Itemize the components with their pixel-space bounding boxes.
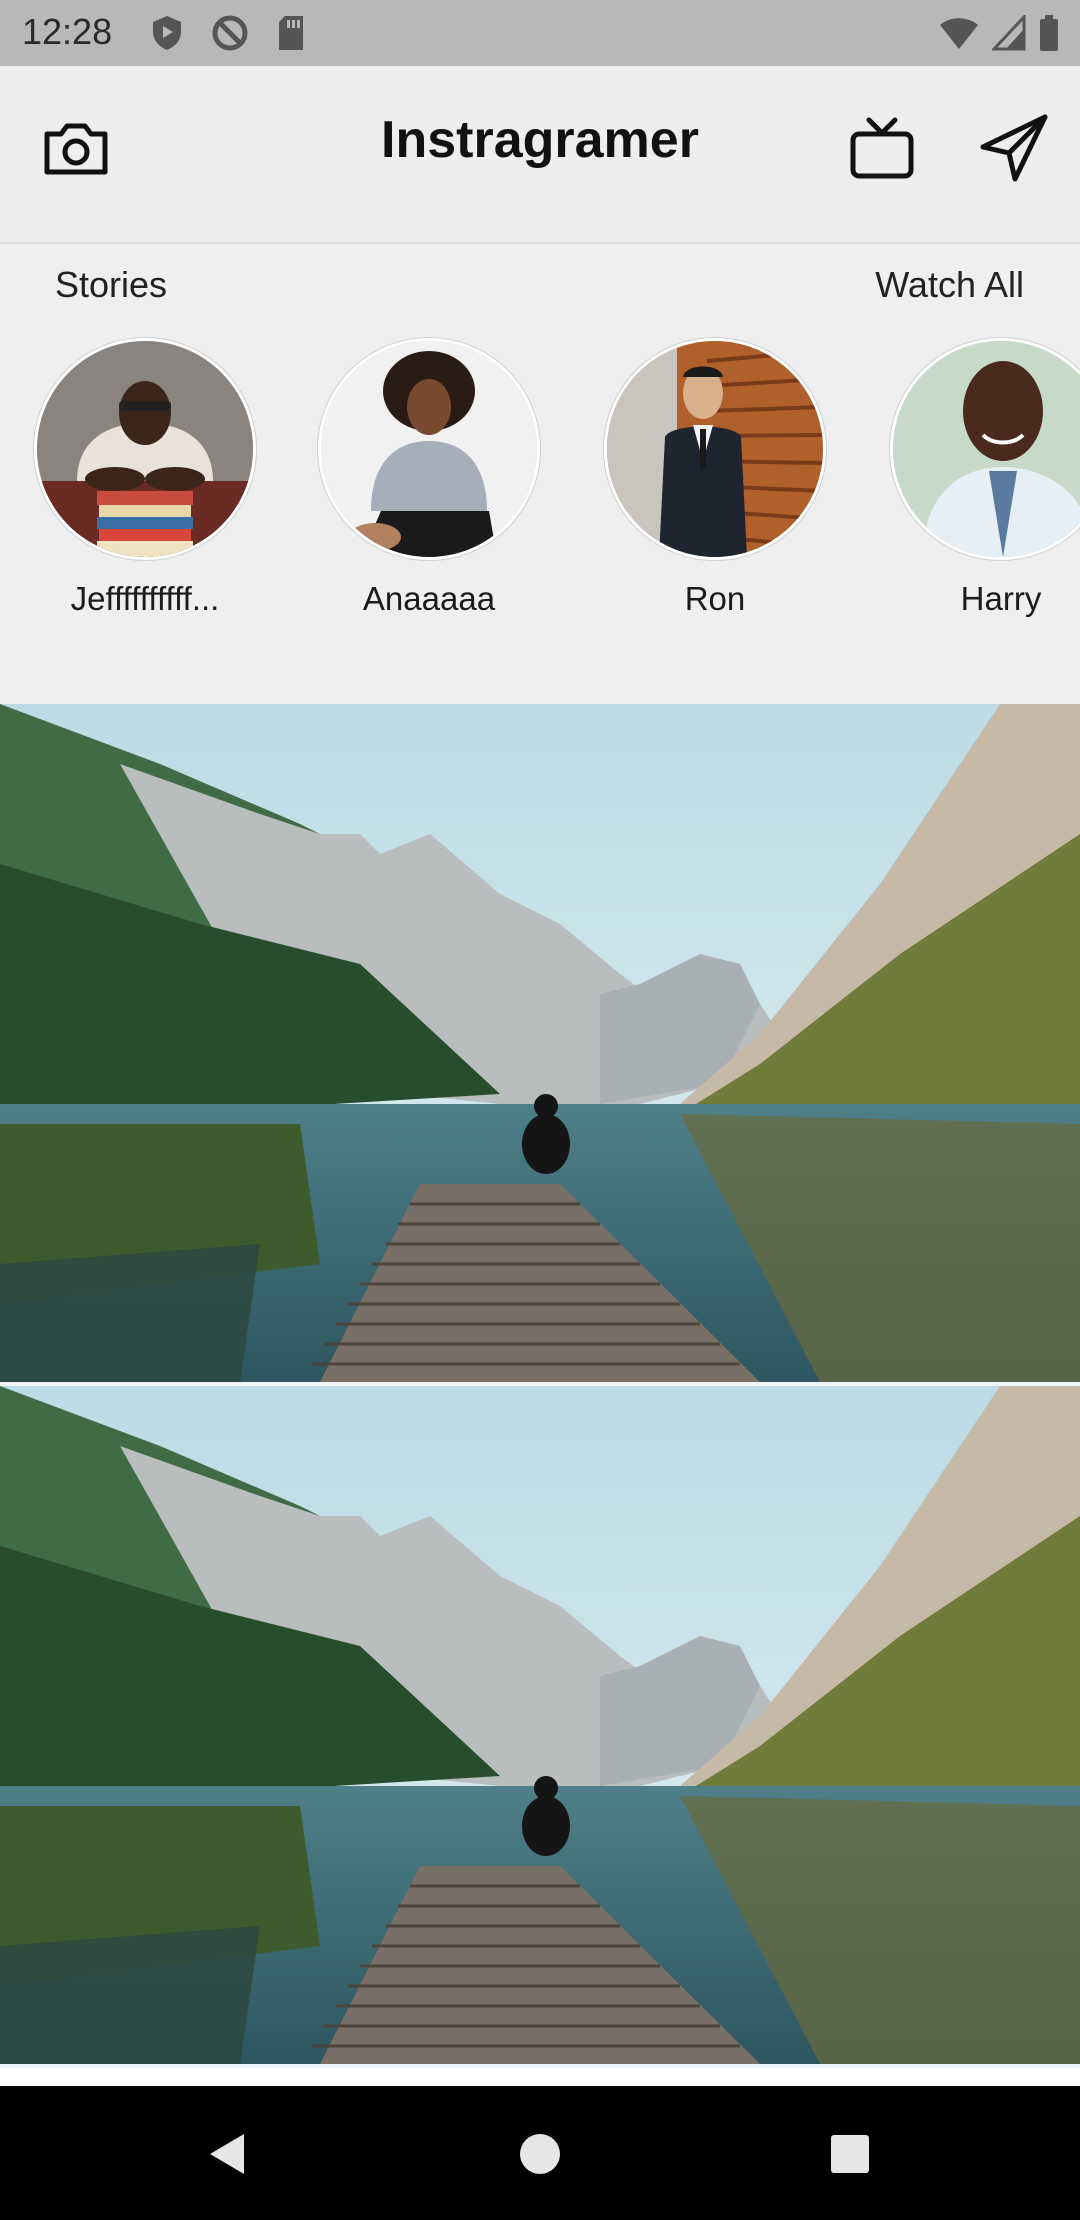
story-name-4: Harry <box>960 580 1042 617</box>
app-bar: Instragramer <box>0 66 1080 244</box>
status-system-icons <box>938 13 1060 53</box>
system-navigation-bar <box>0 2086 1080 2220</box>
story-item-2[interactable]: Anaaaaa <box>318 338 540 618</box>
wifi-icon <box>940 18 978 49</box>
story-name-1: Jeffffffffff... <box>70 580 220 617</box>
story-item-1[interactable]: Jeffffffffff... <box>34 338 256 618</box>
back-button[interactable] <box>196 2124 256 2184</box>
tv-icon <box>850 117 914 179</box>
stories-section: Stories Watch All Jeffffffffff... Anaaaa… <box>0 244 1080 704</box>
battery-icon <box>1040 15 1058 51</box>
send-icon <box>980 114 1048 182</box>
story-avatar-3[interactable] <box>604 338 826 560</box>
story-item-3[interactable]: Ron <box>604 338 826 618</box>
feed[interactable] <box>0 704 1080 2086</box>
post-image-2[interactable] <box>0 1386 1080 2068</box>
stories-header: Stories <box>55 264 168 305</box>
status-bar: 12:28 <box>0 0 1080 66</box>
story-avatar-2[interactable] <box>318 338 540 560</box>
post-image-1[interactable] <box>0 704 1080 1386</box>
status-time: 12:28 <box>22 11 113 52</box>
story-avatar-4[interactable] <box>890 338 1080 560</box>
home-circle-icon <box>520 2134 560 2174</box>
landscape-photo <box>0 1386 1080 2064</box>
avatar-photo-man-with-books <box>37 341 253 557</box>
avatar-photo-man-smiling <box>893 341 1080 557</box>
status-notification-icons <box>150 13 306 53</box>
story-name-3: Ron <box>684 580 746 617</box>
cellular-signal-icon <box>992 15 1026 51</box>
sd-card-icon <box>279 16 303 50</box>
story-avatar-1[interactable] <box>34 338 256 560</box>
landscape-photo <box>0 704 1080 1382</box>
recents-square-icon <box>831 2135 869 2173</box>
direct-message-button[interactable] <box>976 110 1052 186</box>
igtv-button[interactable] <box>844 110 920 186</box>
story-name-2: Anaaaaa <box>362 580 496 617</box>
story-item-4[interactable]: Harry <box>890 338 1080 618</box>
watch-all-button[interactable]: Watch All <box>875 264 1024 306</box>
avatar-photo-woman-curly-hair <box>321 341 537 557</box>
avatar-photo-man-in-suit <box>607 341 823 557</box>
stories-row[interactable]: Jeffffffffff... Anaaaaa Ron Harry <box>0 338 1080 617</box>
back-triangle-icon <box>210 2134 244 2174</box>
home-button[interactable] <box>510 2124 570 2184</box>
shield-play-icon <box>153 16 181 50</box>
sync-off-icon <box>212 15 248 51</box>
recents-button[interactable] <box>820 2124 880 2184</box>
